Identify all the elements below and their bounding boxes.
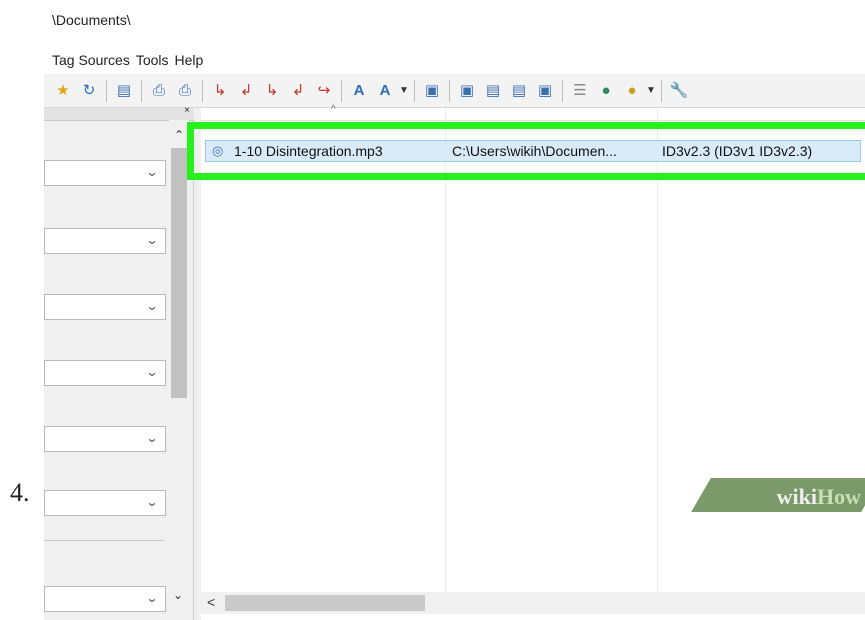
app-window: \Documents\ Tag Sources Tools Help ★ ↻ ▤… <box>44 0 865 620</box>
column-divider <box>445 108 446 608</box>
column-divider <box>657 108 658 608</box>
options-wrench-icon[interactable]: 🔧 <box>669 81 689 101</box>
scroll-left-icon[interactable]: < <box>207 594 215 610</box>
highlight-box <box>187 122 865 180</box>
toolbar-separator <box>562 79 563 102</box>
export-icon[interactable]: ▣ <box>457 81 477 101</box>
case-dropdown-icon[interactable]: ▼ <box>398 81 410 101</box>
globe-icon[interactable]: ● <box>622 81 642 101</box>
watermark-logo: wikiHow <box>777 484 861 510</box>
tag-field-dropdown[interactable]: ⌄ <box>44 490 166 516</box>
scroll-up-icon[interactable]: ⌃ <box>174 128 184 142</box>
playlist-icon[interactable]: ▤ <box>483 81 503 101</box>
tag-text-file-icon[interactable]: ↲ <box>288 81 308 101</box>
toolbar-separator <box>661 79 662 102</box>
title-bar: \Documents\ <box>44 0 865 46</box>
tag-field-dropdown[interactable]: ⌄ <box>44 586 166 612</box>
tag-panel: × ⌄ ⌄ ⌄ ⌄ ⌄ ⌄ ⌄ ⌃ ⌄ <box>44 105 194 620</box>
edit-tag-icon[interactable]: ▣ <box>422 81 442 101</box>
text-file-tag-icon[interactable]: ↳ <box>262 81 282 101</box>
chevron-down-icon: ⌄ <box>145 495 159 509</box>
case-conversion-icon[interactable]: A <box>375 81 395 101</box>
playlist-export-icon[interactable]: ▤ <box>509 81 529 101</box>
toolbar-separator <box>341 79 342 102</box>
scroll-down-icon[interactable]: ⌄ <box>173 588 183 602</box>
filename-tag-icon[interactable]: ↲ <box>236 81 256 101</box>
tag-field-dropdown[interactable]: ⌄ <box>44 294 166 320</box>
watermark-part1: wiki <box>776 484 817 509</box>
sort-ascending-icon: ^ <box>331 104 336 115</box>
list-view-icon[interactable]: ▤ <box>114 81 134 101</box>
close-icon[interactable]: × <box>184 105 190 116</box>
print-icon[interactable]: ⎙ <box>149 81 169 101</box>
chevron-down-icon: ⌄ <box>145 165 159 179</box>
watermark-part2: How <box>817 484 861 509</box>
toolbar-separator <box>202 79 203 102</box>
toolbar-separator <box>141 79 142 102</box>
tag-filename-icon[interactable]: ↳ <box>210 81 230 101</box>
toolbar-separator <box>414 79 415 102</box>
menu-tag-sources[interactable]: Tag Sources <box>52 50 130 70</box>
chevron-down-icon: ⌄ <box>145 431 159 445</box>
refresh-icon[interactable]: ↻ <box>79 81 99 101</box>
tag-tag-icon[interactable]: ↪ <box>314 81 334 101</box>
column-header[interactable]: ^ <box>201 104 865 121</box>
tag-sources-icon[interactable]: ☰ <box>570 81 590 101</box>
tag-field-dropdown[interactable]: ⌄ <box>44 228 166 254</box>
chevron-down-icon: ⌄ <box>145 591 159 605</box>
scrollbar-thumb[interactable] <box>225 595 425 611</box>
toolbar-separator <box>106 79 107 102</box>
chevron-down-icon: ⌄ <box>145 233 159 247</box>
favorite-star-icon[interactable]: ★ <box>53 81 73 101</box>
menu-tools[interactable]: Tools <box>136 50 169 70</box>
print-preview-icon[interactable]: ⎙ <box>175 81 195 101</box>
tag-field-dropdown[interactable]: ⌄ <box>44 160 166 186</box>
panel-divider <box>44 540 164 541</box>
window-title: \Documents\ <box>52 12 131 28</box>
sources-dropdown-icon[interactable]: ▼ <box>645 81 657 101</box>
web-sources-icon[interactable]: ● <box>596 81 616 101</box>
file-list: ^ ◎ 1-10 Disintegration.mp3 C:\Users\wik… <box>187 104 865 620</box>
menu-bar: Tag Sources Tools Help <box>44 46 865 74</box>
autonumber-icon[interactable]: A <box>349 81 369 101</box>
chevron-down-icon: ⌄ <box>145 299 159 313</box>
tag-field-dropdown[interactable]: ⌄ <box>44 360 166 386</box>
tag-panel-scrollbar[interactable]: ⌃ ⌄ <box>169 120 189 608</box>
toolbar-separator <box>449 79 450 102</box>
tag-field-dropdown[interactable]: ⌄ <box>44 426 166 452</box>
step-number: 4. <box>10 478 30 507</box>
scrollbar-thumb[interactable] <box>171 148 187 398</box>
cover-icon[interactable]: ▣ <box>535 81 555 101</box>
chevron-down-icon: ⌄ <box>145 365 159 379</box>
toolbar: ★ ↻ ▤ ⎙ ⎙ ↳ ↲ ↳ ↲ ↪ A A ▼ ▣ ▣ ▤ ▤ ▣ ☰ ● … <box>44 74 865 108</box>
menu-help[interactable]: Help <box>175 50 204 70</box>
file-list-hscrollbar[interactable]: < <box>201 592 865 614</box>
